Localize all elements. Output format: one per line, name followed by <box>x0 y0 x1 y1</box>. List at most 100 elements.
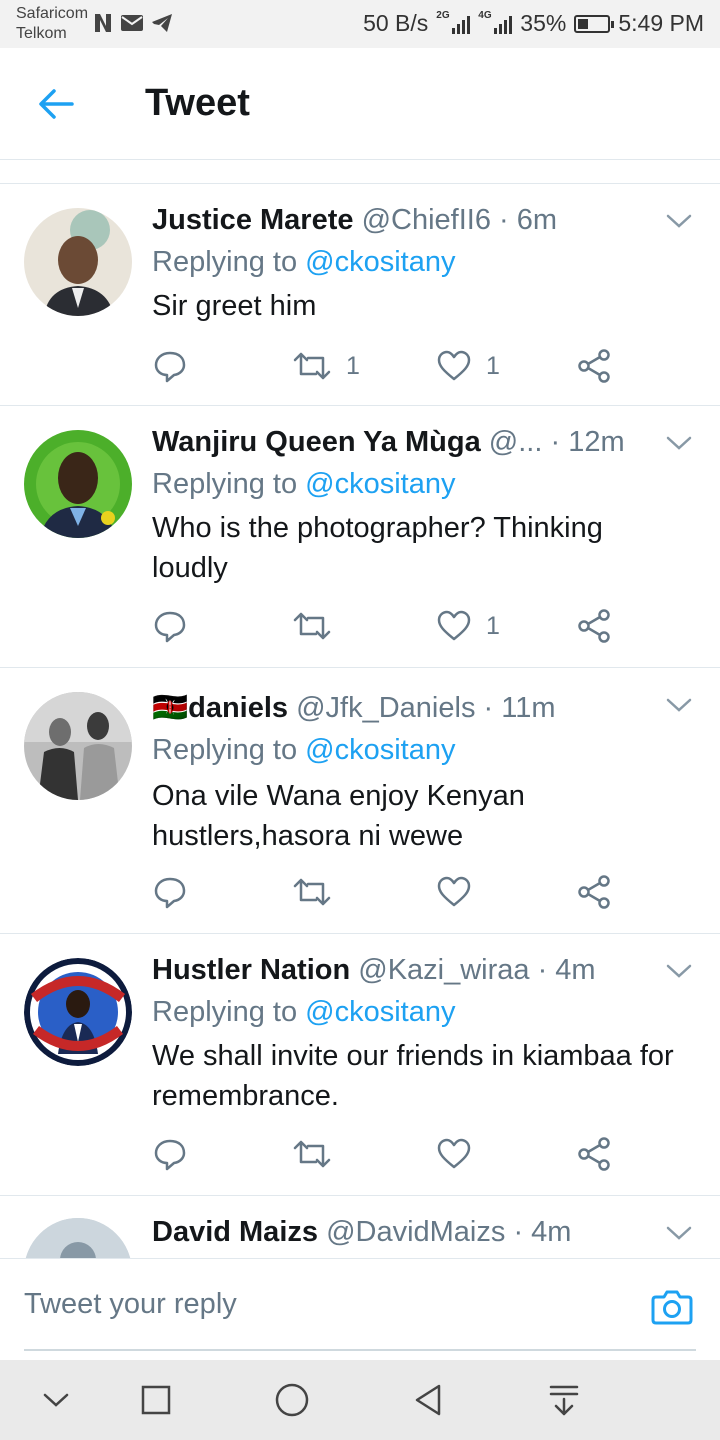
retweet-button[interactable] <box>292 1134 346 1174</box>
tweet-card[interactable]: 🇰🇪daniels @Jfk_Daniels · 11m Replying to… <box>0 668 720 934</box>
display-name[interactable]: Justice Marete <box>152 204 354 236</box>
display-name[interactable]: Hustler Nation <box>152 954 350 986</box>
display-name[interactable]: 🇰🇪daniels <box>152 692 288 724</box>
reply-button[interactable] <box>152 606 188 646</box>
avatar[interactable] <box>24 958 132 1066</box>
tweet-time: · 4m <box>537 954 596 986</box>
tweet-text: Ona vile Wana enjoy Kenyan hustlers,haso… <box>152 780 525 852</box>
tweet-card[interactable]: Wanjiru Queen Ya Mùga @... · 12m Replyin… <box>0 406 720 668</box>
status-bar: Safaricom Telkom 50 B/s 2G 4G 35% 5:49 P… <box>0 0 720 48</box>
thread-separator <box>0 160 720 184</box>
chevron-down-icon[interactable] <box>664 956 694 986</box>
avatar-image <box>24 958 132 1066</box>
share-icon <box>578 875 610 909</box>
reply-input[interactable] <box>24 1279 624 1329</box>
back-button[interactable] <box>30 78 82 130</box>
recents-button[interactable] <box>132 1376 180 1424</box>
replying-to: Replying to @ckositany <box>152 732 455 768</box>
share-icon <box>578 349 610 383</box>
carrier-2: Telkom <box>16 25 67 42</box>
top-app-bar: Tweet <box>0 48 720 160</box>
tweet-card[interactable]: Justice Marete @ChiefII6 · 6m Replying t… <box>0 184 720 406</box>
telegram-icon <box>152 14 172 32</box>
heart-icon <box>437 1138 471 1169</box>
heart-icon <box>437 350 471 381</box>
mention-link[interactable]: @ckositany <box>305 996 455 1028</box>
retweet-button[interactable] <box>292 872 346 912</box>
display-name[interactable]: Wanjiru Queen Ya Mùga <box>152 426 481 458</box>
display-name[interactable]: David Maizs <box>152 1216 318 1248</box>
mention-link[interactable]: @ckositany <box>305 734 455 766</box>
reply-button[interactable] <box>152 872 188 912</box>
like-count: 1 <box>486 611 500 640</box>
signal-icon-sim2: 4G <box>478 10 513 34</box>
battery-percent: 35% <box>520 10 567 36</box>
avatar-image <box>24 208 132 316</box>
share-button[interactable] <box>576 872 612 912</box>
like-count: 1 <box>486 351 500 380</box>
reply-button[interactable] <box>152 346 188 386</box>
avatar[interactable] <box>24 692 132 800</box>
retweet-icon <box>293 878 331 906</box>
tweet-time: · 12m <box>550 426 625 458</box>
tweet-card[interactable]: David Maizs @DavidMaizs · 4m <box>0 1196 720 1258</box>
chevron-down-icon[interactable] <box>664 1218 694 1248</box>
retweet-button[interactable]: 1 <box>292 346 360 386</box>
notification-pulldown-button[interactable] <box>540 1376 588 1424</box>
user-handle[interactable]: @Jfk_Daniels <box>296 692 475 724</box>
page-title: Tweet <box>145 82 250 124</box>
retweet-button[interactable] <box>292 606 346 646</box>
avatar[interactable] <box>24 208 132 316</box>
user-handle[interactable]: @... <box>489 426 543 458</box>
camera-icon[interactable] <box>650 1285 694 1329</box>
reply-button[interactable] <box>152 1134 188 1174</box>
clock: 5:49 PM <box>618 10 704 36</box>
tweet-header: Justice Marete @ChiefII6 · 6m <box>152 202 630 238</box>
avatar-image <box>24 692 132 800</box>
reply-icon <box>154 351 186 383</box>
system-nav-bar <box>0 1360 720 1440</box>
reply-icon <box>154 1139 186 1171</box>
user-handle[interactable]: @ChiefII6 <box>362 204 491 236</box>
signal-icon-sim1: 2G <box>436 10 471 34</box>
triangle-back-icon <box>415 1384 441 1416</box>
replying-to-label: Replying to <box>152 996 306 1028</box>
tweet-time: · 6m <box>499 204 558 236</box>
reply-composer <box>0 1258 720 1360</box>
like-button[interactable] <box>436 872 486 912</box>
tweet-header: Hustler Nation @Kazi_wiraa · 4m <box>152 952 630 988</box>
avatar[interactable] <box>24 1218 132 1258</box>
tweet-actions <box>152 872 632 912</box>
share-button[interactable] <box>576 1134 612 1174</box>
back-nav-button[interactable] <box>404 1376 452 1424</box>
chevron-down-icon <box>43 1393 69 1407</box>
tweet-header: 🇰🇪daniels @Jfk_Daniels · 11m <box>152 690 630 726</box>
status-right: 50 B/s 2G 4G 35% 5:49 PM <box>363 10 704 37</box>
pull-down-icon <box>549 1385 579 1416</box>
carrier-1: Safaricom <box>16 5 89 22</box>
chevron-down-icon[interactable] <box>664 206 694 236</box>
mention-link[interactable]: @ckositany <box>305 246 455 278</box>
mention-link[interactable]: @ckositany <box>305 468 455 500</box>
heart-icon <box>437 610 471 641</box>
user-handle[interactable]: @Kazi_wiraa <box>358 954 529 986</box>
heart-icon <box>437 876 471 907</box>
carrier-names: Safaricom Telkom <box>16 4 88 44</box>
input-underline <box>24 1349 696 1351</box>
hide-nav-button[interactable] <box>32 1376 80 1424</box>
chevron-down-icon[interactable] <box>664 428 694 458</box>
share-button[interactable] <box>576 606 612 646</box>
replying-to-label: Replying to <box>152 246 306 278</box>
tweet-card[interactable]: Hustler Nation @Kazi_wiraa · 4m Replying… <box>0 934 720 1196</box>
share-icon <box>578 609 610 643</box>
user-handle[interactable]: @DavidMaizs <box>326 1216 505 1248</box>
chevron-down-icon[interactable] <box>664 690 694 720</box>
like-button[interactable]: 1 <box>436 606 500 646</box>
like-button[interactable]: 1 <box>436 346 500 386</box>
share-button[interactable] <box>576 346 612 386</box>
replying-to-label: Replying to <box>152 468 306 500</box>
avatar[interactable] <box>24 430 132 538</box>
like-button[interactable] <box>436 1134 486 1174</box>
reply-icon <box>154 611 186 643</box>
home-button[interactable] <box>268 1376 316 1424</box>
